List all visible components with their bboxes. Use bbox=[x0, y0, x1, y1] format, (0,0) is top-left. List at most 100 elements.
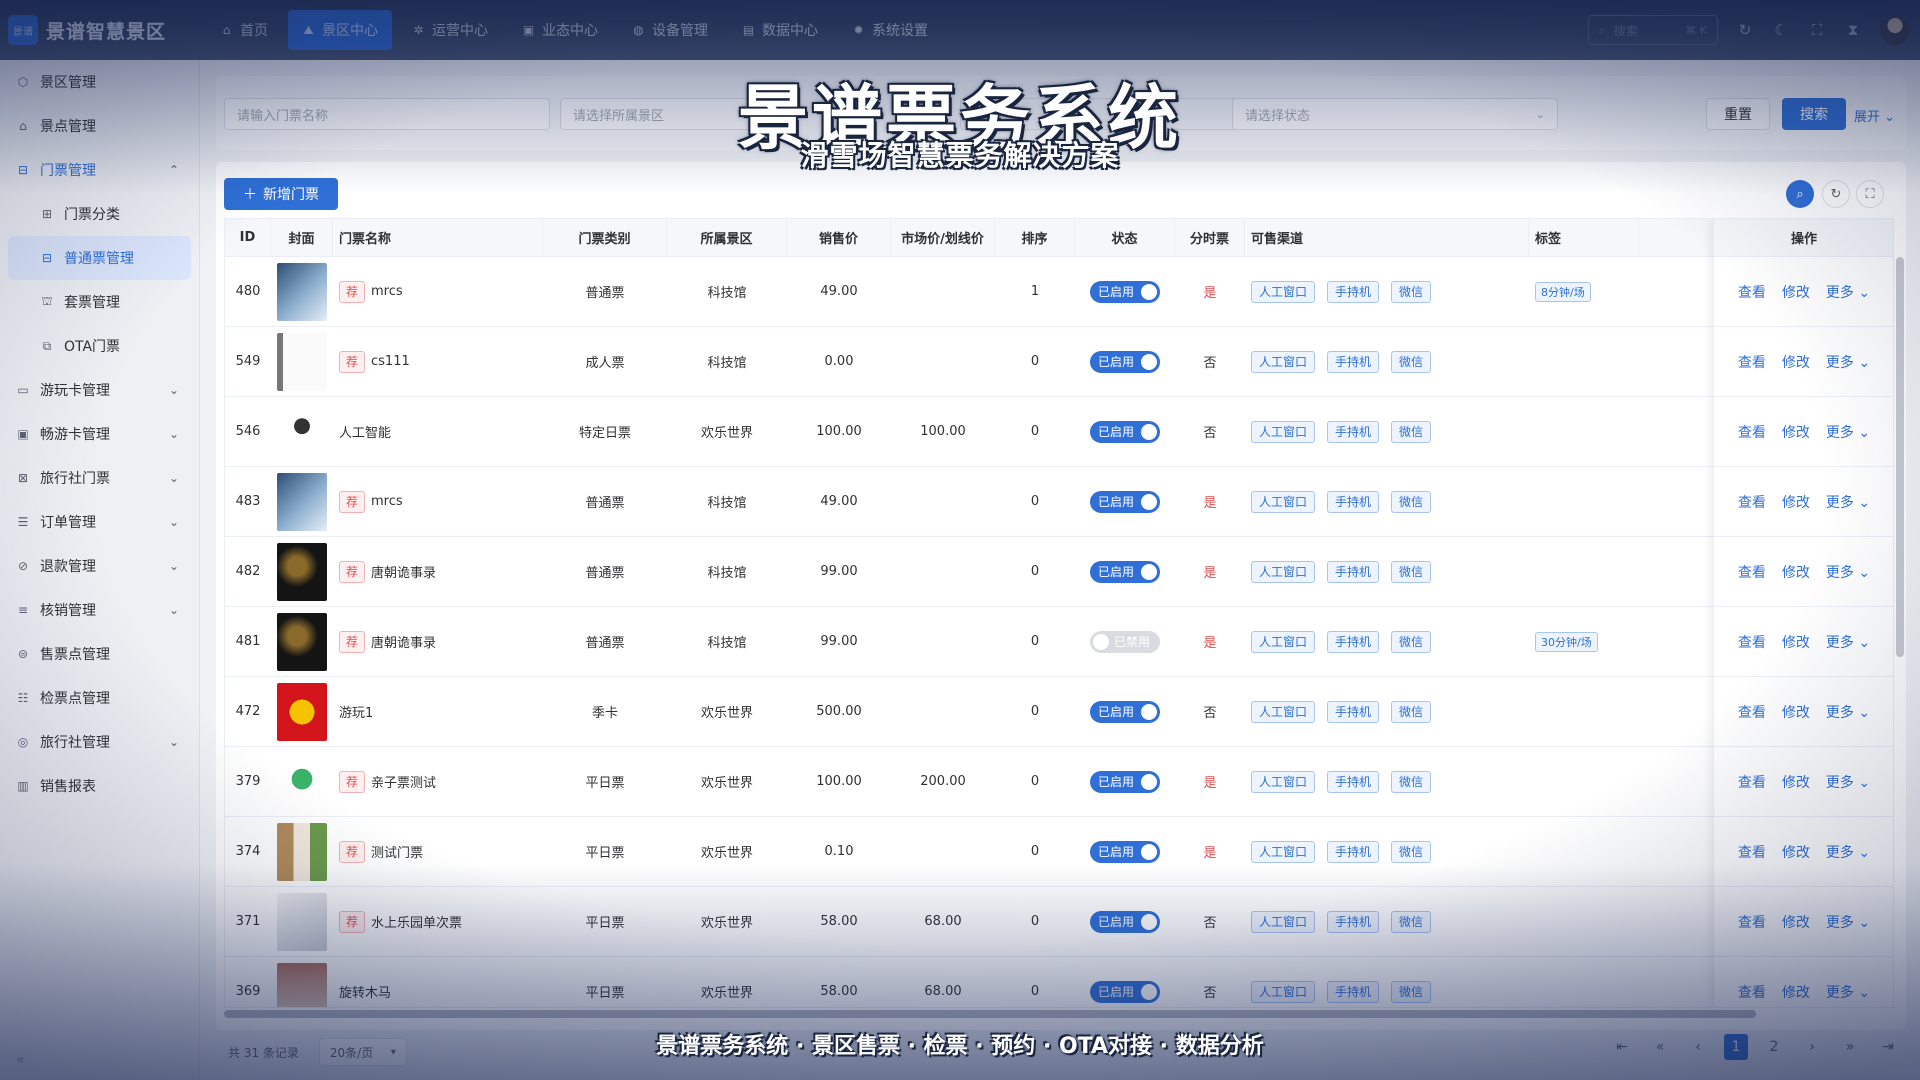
sidebar-item[interactable]: ▭ 游玩卡管理 ⌄ bbox=[0, 368, 199, 412]
moon-icon[interactable]: ☾ bbox=[1772, 21, 1790, 39]
cover-image[interactable] bbox=[277, 752, 327, 811]
topnav-item[interactable]: ⌂ 首页 bbox=[206, 10, 282, 50]
sidebar-item[interactable]: ▥ 销售报表 bbox=[0, 764, 199, 808]
refresh-icon[interactable]: ↻ bbox=[1736, 21, 1754, 39]
edit-button[interactable]: 修改 bbox=[1782, 492, 1810, 512]
more-button[interactable]: 更多 ⌄ bbox=[1826, 562, 1870, 582]
status-toggle[interactable]: 已禁用 bbox=[1090, 630, 1160, 653]
cover-image[interactable] bbox=[277, 682, 327, 741]
table-fullscreen-icon[interactable]: ⛶ bbox=[1856, 180, 1884, 208]
chevron-icon[interactable]: ⌄ bbox=[169, 427, 179, 441]
horizontal-scrollbar[interactable] bbox=[224, 1010, 1756, 1018]
view-button[interactable]: 查看 bbox=[1738, 772, 1766, 792]
cover-image[interactable] bbox=[277, 892, 327, 951]
chevron-icon[interactable]: ⌄ bbox=[169, 383, 179, 397]
cover-image[interactable] bbox=[277, 262, 327, 321]
cover-image[interactable] bbox=[277, 962, 327, 1007]
table-row[interactable]: 481 荐唐朝诡事录 普通票 科技馆 99.00 0 已禁用 是 人工窗口 手持机 微信 30分钟/场 bbox=[225, 607, 1893, 677]
status-toggle[interactable]: 已启用 bbox=[1090, 560, 1160, 583]
topnav-item[interactable]: ▤ 数据中心 bbox=[728, 10, 832, 50]
topnav-item[interactable]: ⛰ 景区中心 bbox=[288, 10, 392, 50]
more-button[interactable]: 更多 ⌄ bbox=[1826, 982, 1870, 1002]
status-toggle[interactable]: 已启用 bbox=[1090, 910, 1160, 933]
view-button[interactable]: 查看 bbox=[1738, 422, 1766, 442]
table-row[interactable]: 374 荐测试门票 平日票 欢乐世界 0.10 0 已启用 是 人工窗口 手持机 微信 bbox=[225, 817, 1893, 887]
topnav-item[interactable]: ✹ 系统设置 bbox=[838, 10, 942, 50]
sidebar-item[interactable]: ⧉ OTA门票 bbox=[0, 324, 199, 368]
table-row[interactable]: 371 荐水上乐园单次票 平日票 欢乐世界 58.00 68.00 0 已启用 否 人工窗口 手持机… bbox=[225, 887, 1893, 957]
more-button[interactable]: 更多 ⌄ bbox=[1826, 352, 1870, 372]
status-toggle[interactable]: 已启用 bbox=[1090, 420, 1160, 443]
view-button[interactable]: 查看 bbox=[1738, 562, 1766, 582]
edit-button[interactable]: 修改 bbox=[1782, 772, 1810, 792]
table-row[interactable]: 472 游玩1 季卡 欢乐世界 500.00 0 已启用 否 人工窗口 手持机 微信 bbox=[225, 677, 1893, 747]
vertical-scrollbar[interactable] bbox=[1896, 257, 1904, 657]
add-ticket-button[interactable]: ＋ 新增门票 bbox=[224, 178, 338, 210]
view-button[interactable]: 查看 bbox=[1738, 492, 1766, 512]
cover-image[interactable] bbox=[277, 612, 327, 671]
more-button[interactable]: 更多 ⌄ bbox=[1826, 842, 1870, 862]
edit-button[interactable]: 修改 bbox=[1782, 562, 1810, 582]
edit-button[interactable]: 修改 bbox=[1782, 982, 1810, 1002]
status-toggle[interactable]: 已启用 bbox=[1090, 280, 1160, 303]
status-toggle[interactable]: 已启用 bbox=[1090, 770, 1160, 793]
view-button[interactable]: 查看 bbox=[1738, 982, 1766, 1002]
view-button[interactable]: 查看 bbox=[1738, 282, 1766, 302]
chevron-icon[interactable]: ⌄ bbox=[169, 735, 179, 749]
view-button[interactable]: 查看 bbox=[1738, 632, 1766, 652]
edit-button[interactable]: 修改 bbox=[1782, 282, 1810, 302]
sidebar-item[interactable]: ▣ 畅游卡管理 ⌄ bbox=[0, 412, 199, 456]
status-toggle[interactable]: 已启用 bbox=[1090, 700, 1160, 723]
edit-button[interactable]: 修改 bbox=[1782, 702, 1810, 722]
sidebar-item[interactable]: ⊘ 退款管理 ⌄ bbox=[0, 544, 199, 588]
cover-image[interactable] bbox=[277, 332, 327, 391]
sidebar-item[interactable]: ☰ 订单管理 ⌄ bbox=[0, 500, 199, 544]
sidebar-item[interactable]: ⛫ 套票管理 bbox=[0, 280, 199, 324]
edit-button[interactable]: 修改 bbox=[1782, 632, 1810, 652]
sidebar-item[interactable]: ☷ 检票点管理 bbox=[0, 676, 199, 720]
chevron-icon[interactable]: ⌄ bbox=[169, 471, 179, 485]
table-row[interactable]: 546 人工智能 特定日票 欢乐世界 100.00 100.00 0 已启用 否 人工窗口 手持机微… bbox=[225, 397, 1893, 467]
chevron-icon[interactable]: ⌄ bbox=[169, 603, 179, 617]
cover-image[interactable] bbox=[277, 542, 327, 601]
table-row[interactable]: 482 荐唐朝诡事录 普通票 科技馆 99.00 0 已启用 是 人工窗口 手持机 微信 bbox=[225, 537, 1893, 607]
chevron-icon[interactable]: ⌄ bbox=[169, 559, 179, 573]
global-search-input[interactable]: ⌕ 搜索 ⌘ K bbox=[1588, 15, 1718, 45]
cover-image[interactable] bbox=[277, 472, 327, 531]
edit-button[interactable]: 修改 bbox=[1782, 912, 1810, 932]
hourglass-icon[interactable]: ⧗ bbox=[1844, 21, 1862, 39]
topnav-item[interactable]: ✲ 运营中心 bbox=[398, 10, 502, 50]
status-toggle[interactable]: 已启用 bbox=[1090, 980, 1160, 1003]
view-button[interactable]: 查看 bbox=[1738, 702, 1766, 722]
sidebar-item[interactable]: ⊟ 普通票管理 bbox=[8, 236, 191, 280]
more-button[interactable]: 更多 ⌄ bbox=[1826, 632, 1870, 652]
fullscreen-icon[interactable]: ⛶ bbox=[1808, 21, 1826, 39]
edit-button[interactable]: 修改 bbox=[1782, 352, 1810, 372]
edit-button[interactable]: 修改 bbox=[1782, 842, 1810, 862]
table-row[interactable]: 483 荐 mrcs 普通票 科技馆 49.00 0 已启用 是 人工窗口 手持机 微信 bbox=[225, 467, 1893, 537]
more-button[interactable]: 更多 ⌄ bbox=[1826, 492, 1870, 512]
logo[interactable]: 景谱 景谱智慧景区 bbox=[0, 0, 200, 60]
sidebar-item[interactable]: ≡ 核销管理 ⌄ bbox=[0, 588, 199, 632]
sidebar-item[interactable]: ⊠ 旅行社门票 ⌄ bbox=[0, 456, 199, 500]
more-button[interactable]: 更多 ⌄ bbox=[1826, 422, 1870, 442]
view-button[interactable]: 查看 bbox=[1738, 842, 1766, 862]
more-button[interactable]: 更多 ⌄ bbox=[1826, 772, 1870, 792]
sidebar-item[interactable]: ⊜ 售票点管理 bbox=[0, 632, 199, 676]
cover-image[interactable] bbox=[277, 402, 327, 461]
status-toggle[interactable]: 已启用 bbox=[1090, 350, 1160, 373]
avatar[interactable] bbox=[1880, 15, 1910, 45]
status-toggle[interactable]: 已启用 bbox=[1090, 490, 1160, 513]
table-row[interactable]: 379 荐亲子票测试 平日票 欢乐世界 100.00 200.00 0 已启用 是 人工窗口 手持机… bbox=[225, 747, 1893, 817]
sidebar-item[interactable]: ⊞ 门票分类 bbox=[0, 192, 199, 236]
topnav-item[interactable]: ◍ 设备管理 bbox=[618, 10, 722, 50]
table-row[interactable]: 549 荐 cs111 成人票 科技馆 0.00 0 已启用 否 人工窗口 手持机 微信 bbox=[225, 327, 1893, 397]
edit-button[interactable]: 修改 bbox=[1782, 422, 1810, 442]
status-toggle[interactable]: 已启用 bbox=[1090, 840, 1160, 863]
view-button[interactable]: 查看 bbox=[1738, 352, 1766, 372]
chevron-icon[interactable]: ⌄ bbox=[169, 515, 179, 529]
sidebar-item[interactable]: ◎ 旅行社管理 ⌄ bbox=[0, 720, 199, 764]
table-row[interactable]: 480 荐 mrcs 普通票 科技馆 49.00 1 已启用 是 人工窗口 手持机 微信 8分钟/场 bbox=[225, 257, 1893, 327]
more-button[interactable]: 更多 ⌄ bbox=[1826, 702, 1870, 722]
table-search-icon[interactable]: ⌕ bbox=[1786, 180, 1814, 208]
